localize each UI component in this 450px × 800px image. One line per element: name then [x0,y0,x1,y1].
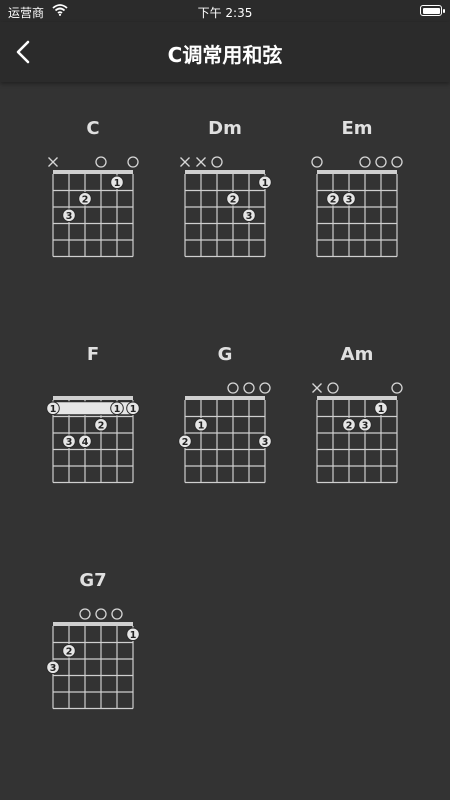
chord-g7[interactable]: G7 1 2 3 [43,570,143,750]
finger-dot: 2 [62,643,76,658]
finger-dot: 2 [342,417,356,432]
finger-number: 1 [114,178,121,189]
open-string-icon [95,608,107,620]
finger-number: 2 [66,646,73,657]
finger-number: 1 [130,630,137,641]
open-string-icon [243,382,255,394]
finger-dot: 1 [374,401,388,416]
fretboard-diagram: 1 23 [312,382,403,484]
open-string-icon [391,382,403,394]
open-string-icon [375,156,387,168]
finger-dot: 2 [178,434,192,449]
fretboard-diagram: 12 3 [178,382,272,484]
finger-dot: 1 [194,417,208,432]
finger-dot: 2 [94,417,108,432]
chord-em[interactable]: Em 2 3 [307,118,407,298]
nut [185,396,265,400]
finger-dot: 3 [62,208,76,223]
fretboard-diagram: 1 23 [48,156,139,258]
finger-dot: 3 [358,417,372,432]
finger-dot: 2 [226,191,240,206]
navigation-bar: C调常用和弦 [0,22,450,82]
finger-dot: 3 [342,191,356,206]
finger-number: 3 [262,437,269,448]
finger-number: 2 [346,420,353,431]
finger-dot: 2 [78,191,92,206]
open-string-icon [227,382,239,394]
finger-number: 1 [114,404,121,415]
nut [53,396,133,400]
open-string-icon [79,608,91,620]
finger-number: 2 [330,194,337,205]
finger-number: 3 [346,194,353,205]
finger-number: 4 [82,437,89,448]
chord-f[interactable]: F111234 [43,344,143,524]
nut [185,170,265,174]
muted-string-icon [312,383,322,393]
open-string-icon [111,608,123,620]
battery-icon [420,5,445,16]
chord-dm[interactable]: Dm 1 2 3 [175,118,275,298]
finger-number: 1 [130,404,137,415]
finger-number: 2 [82,194,89,205]
finger-dot: 3 [242,208,256,223]
nut [53,622,133,626]
nut [53,170,133,174]
nut [317,170,397,174]
finger-dot: 3 [62,434,76,449]
open-string-icon [259,382,271,394]
finger-number: 1 [50,404,57,415]
fretboard-diagram: 1 1 123 4 [46,396,140,484]
muted-string-icon [196,157,206,167]
finger-number: 2 [182,437,189,448]
open-string-icon [311,156,323,168]
finger-dot: 3 [46,660,60,675]
fretboard-diagram: 1 23 [46,608,140,710]
fretboard-diagram: 23 [311,156,403,258]
chord-am[interactable]: Am 1 2 3 [307,344,407,524]
finger-dot: 1 [126,627,140,642]
open-string-icon [127,156,139,168]
chord-c[interactable]: C123 [43,118,143,298]
open-string-icon [391,156,403,168]
finger-dot: 4 [78,434,92,449]
nut [317,396,397,400]
finger-number: 2 [98,420,105,431]
finger-number: 3 [246,211,253,222]
chord-g[interactable]: G123 [175,344,275,524]
finger-number: 3 [66,437,73,448]
finger-dot: 1 [258,175,272,190]
finger-number: 3 [362,420,369,431]
status-bar: 运营商 下午 2:35 [0,0,450,22]
finger-number: 3 [66,211,73,222]
finger-dot: 1 [126,401,140,416]
finger-dot: 1 [110,401,124,416]
open-string-icon [211,156,223,168]
muted-string-icon [48,157,58,167]
finger-dot: 1 [110,175,124,190]
finger-dot: 1 [46,401,60,416]
finger-number: 1 [198,420,205,431]
finger-dot: 2 [326,191,340,206]
muted-string-icon [180,157,190,167]
fretboard-diagram: 1 23 [180,156,272,258]
clock: 下午 2:35 [197,6,253,20]
finger-number: 2 [230,194,237,205]
open-string-icon [359,156,371,168]
open-string-icon [95,156,107,168]
finger-number: 1 [262,178,269,189]
finger-dot: 3 [258,434,272,449]
barre [48,401,138,416]
finger-number: 1 [378,404,385,415]
page-title: C调常用和弦 [167,43,283,67]
finger-number: 3 [50,663,57,674]
open-string-icon [327,382,339,394]
